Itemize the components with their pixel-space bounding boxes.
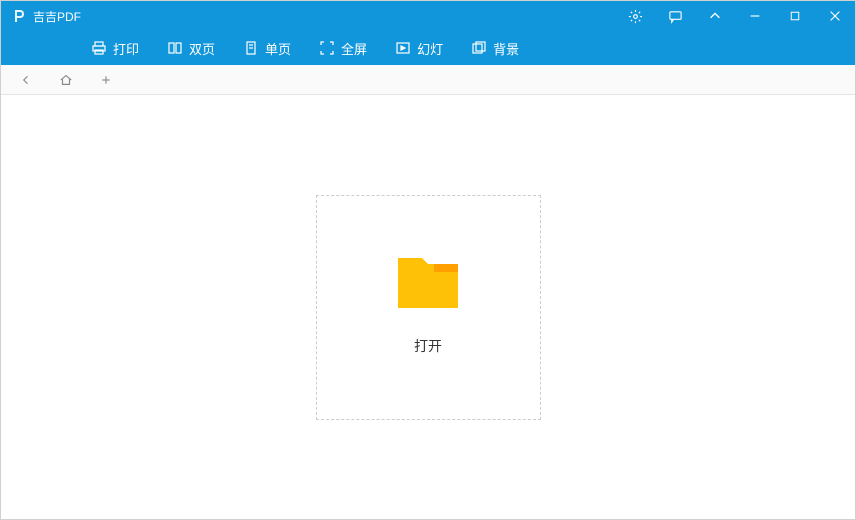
app-window: 吉吉PDF 打印 [0, 0, 856, 520]
minimize-icon [748, 9, 762, 23]
home-icon [59, 73, 73, 87]
content-area: 打开 [1, 95, 855, 519]
chat-icon [668, 9, 683, 24]
double-page-icon [167, 40, 183, 56]
fullscreen-icon [319, 40, 335, 56]
single-page-icon [243, 40, 259, 56]
window-controls [615, 1, 855, 31]
folder-icon [398, 258, 458, 308]
background-label: 背景 [493, 39, 519, 58]
print-label: 打印 [113, 39, 139, 58]
slideshow-icon [395, 40, 411, 56]
plus-icon [100, 74, 112, 86]
minimize-button[interactable] [735, 1, 775, 31]
chevron-left-icon [20, 74, 32, 86]
app-logo-icon [11, 8, 27, 24]
slideshow-label: 幻灯 [417, 39, 443, 58]
fullscreen-label: 全屏 [341, 39, 367, 58]
toolbar: 打印 双页 单页 全屏 幻灯 背景 [1, 31, 855, 65]
settings-button[interactable] [615, 1, 655, 31]
home-button[interactable] [56, 70, 76, 90]
open-label: 打开 [414, 336, 442, 356]
tabbar [1, 65, 855, 95]
close-button[interactable] [815, 1, 855, 31]
background-icon [471, 40, 487, 56]
print-icon [91, 40, 107, 56]
gear-icon [628, 9, 643, 24]
collapse-button[interactable] [695, 1, 735, 31]
new-tab-button[interactable] [96, 70, 116, 90]
feedback-button[interactable] [655, 1, 695, 31]
open-file-box[interactable]: 打开 [316, 195, 541, 420]
print-button[interactable]: 打印 [91, 39, 139, 58]
titlebar: 吉吉PDF [1, 1, 855, 31]
slideshow-button[interactable]: 幻灯 [395, 39, 443, 58]
double-page-button[interactable]: 双页 [167, 39, 215, 58]
app-logo: 吉吉PDF [11, 8, 81, 25]
close-icon [828, 9, 842, 23]
background-button[interactable]: 背景 [471, 39, 519, 58]
double-page-label: 双页 [189, 39, 215, 58]
maximize-icon [789, 10, 801, 22]
app-title: 吉吉PDF [33, 8, 81, 25]
maximize-button[interactable] [775, 1, 815, 31]
single-page-button[interactable]: 单页 [243, 39, 291, 58]
single-page-label: 单页 [265, 39, 291, 58]
back-button[interactable] [16, 70, 36, 90]
chevron-up-icon [708, 9, 722, 23]
fullscreen-button[interactable]: 全屏 [319, 39, 367, 58]
